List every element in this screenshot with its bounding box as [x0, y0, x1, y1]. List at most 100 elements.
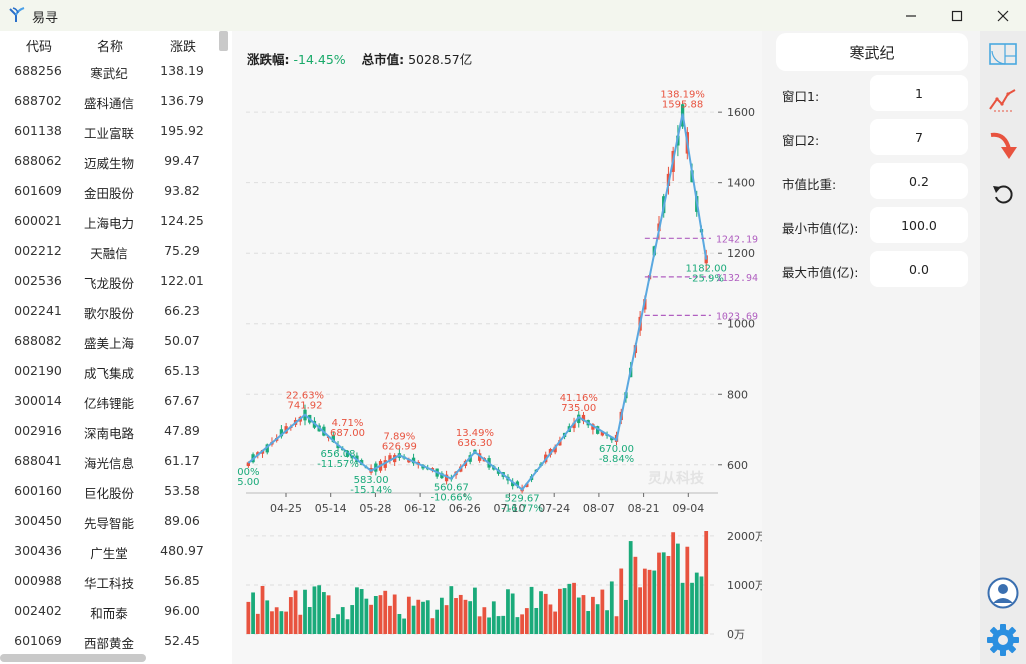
volume-bar — [317, 585, 322, 634]
minimize-button[interactable] — [888, 0, 934, 31]
stock-row[interactable]: 601069 西部黄金 52.45 — [0, 625, 218, 655]
down-arrow-button[interactable] — [985, 129, 1021, 163]
volume-bar — [605, 610, 609, 634]
volume-bar — [699, 576, 704, 634]
volume-bar — [265, 600, 270, 634]
user-avatar-icon — [987, 577, 1019, 609]
zigzag-trend-button[interactable] — [985, 83, 1021, 117]
stock-row[interactable]: 002536 飞龙股份 122.01 — [0, 265, 218, 295]
fib-level-label: 1242.19 — [716, 234, 758, 245]
title-bar: 易寻 — [0, 0, 1026, 31]
x-tick-label: 06-26 — [449, 502, 481, 515]
maximize-icon — [951, 10, 963, 21]
stock-name: 成飞集成 — [83, 366, 134, 381]
stock-row[interactable]: 600160 巨化股份 53.58 — [0, 475, 218, 505]
peak-price-label: 1595.88 — [662, 100, 703, 111]
stock-change: 61.17 — [164, 453, 200, 468]
volume-bar — [534, 607, 539, 634]
stock-change: 96.00 — [164, 603, 200, 618]
stock-row[interactable]: 300450 先导智能 89.06 — [0, 505, 218, 535]
volume-bar — [628, 541, 633, 634]
volume-bar — [298, 614, 303, 634]
close-icon — [997, 10, 1009, 21]
volume-bar — [600, 589, 605, 634]
stock-row[interactable]: 688062 迈威生物 99.47 — [0, 145, 218, 175]
stock-row[interactable]: 688702 盛科通信 136.79 — [0, 85, 218, 115]
stock-code: 002916 — [14, 423, 62, 438]
stock-code: 688082 — [14, 333, 62, 348]
stock-row[interactable]: 002212 天融信 75.29 — [0, 235, 218, 265]
stock-row[interactable]: 300014 亿纬锂能 67.67 — [0, 385, 218, 415]
list-horizontal-scrollbar[interactable] — [0, 654, 146, 662]
stock-row[interactable]: 601609 金田股份 93.82 — [0, 175, 218, 205]
golden-ratio-button[interactable] — [985, 37, 1021, 71]
param-input[interactable]: 1 — [870, 75, 968, 111]
stock-row[interactable]: 002402 和而泰 96.00 — [0, 595, 218, 625]
volume-bar — [595, 604, 600, 634]
volume-bar — [430, 618, 435, 634]
trough-percent-label: -15.14% — [350, 485, 392, 496]
user-profile-button[interactable] — [985, 576, 1021, 610]
header-change[interactable]: 涨跌 — [158, 36, 208, 55]
list-vertical-scrollbar[interactable] — [219, 31, 228, 51]
stock-row[interactable]: 688041 海光信息 61.17 — [0, 445, 218, 475]
param-input[interactable]: 0.0 — [870, 251, 968, 287]
volume-bar — [671, 532, 676, 634]
volume-bar — [572, 582, 576, 634]
volume-bars-group — [246, 531, 709, 634]
stock-name: 上海电力 — [83, 216, 134, 231]
chart-area[interactable]: 600 800 1000 1200 1400 1600 04-25 05-14 05-28 06-… — [232, 31, 762, 664]
stock-list-header: 代码 名称 涨跌 — [0, 31, 218, 57]
stock-row[interactable]: 688256 寒武纪 138.19 — [0, 55, 218, 85]
volume-bar — [402, 618, 407, 634]
stock-row[interactable]: 002916 深南电路 47.89 — [0, 415, 218, 445]
param-input[interactable]: 0.2 — [870, 163, 968, 199]
volume-bar — [255, 613, 260, 634]
stock-chart[interactable]: 600800100012001400160004-25 05-14 05-28 06-… — [232, 31, 762, 664]
x-tick-label: 07-24 — [538, 502, 570, 515]
stock-name: 迈威生物 — [83, 156, 134, 171]
param-input[interactable]: 100.0 — [870, 207, 968, 243]
selected-stock-name[interactable]: 寒武纪 — [776, 33, 968, 71]
y-tick-label: 1600 — [727, 106, 755, 119]
refresh-button[interactable] — [985, 177, 1021, 211]
stock-row[interactable]: 300436 广生堂 480.97 — [0, 535, 218, 565]
volume-bar — [506, 589, 510, 634]
stock-code: 601138 — [14, 123, 62, 138]
volume-bar — [270, 611, 274, 634]
stock-name: 飞龙股份 — [83, 276, 134, 291]
x-tick-label: 05-14 — [315, 502, 347, 515]
volume-bar — [652, 570, 657, 634]
volume-bar — [435, 609, 440, 634]
header-code[interactable]: 代码 — [14, 36, 64, 55]
stock-row[interactable]: 601138 工业富联 195.92 — [0, 115, 218, 145]
stock-name: 西部黄金 — [83, 636, 134, 651]
volume-bar — [425, 600, 430, 634]
header-name[interactable]: 名称 — [85, 36, 135, 55]
close-button[interactable] — [980, 0, 1026, 31]
maximize-button[interactable] — [934, 0, 980, 31]
volume-bar — [388, 605, 392, 634]
volume-bar — [260, 585, 265, 634]
volume-bar — [439, 597, 444, 634]
x-tick-label: 08-21 — [628, 502, 660, 515]
stock-row[interactable]: 000988 华工科技 56.85 — [0, 565, 218, 595]
stock-row[interactable]: 002241 歌尔股份 66.23 — [0, 295, 218, 325]
volume-bar — [562, 588, 567, 634]
volume-bar — [355, 587, 359, 634]
stock-row[interactable]: 002190 成飞集成 65.13 — [0, 355, 218, 385]
volume-bar — [378, 595, 383, 634]
stock-row[interactable]: 600021 上海电力 124.25 — [0, 205, 218, 235]
volume-bar — [336, 614, 340, 634]
stock-list-rows: 688256 寒武纪 138.19 688702 盛科通信 136.79 601138 工业富… — [0, 55, 218, 655]
settings-button[interactable] — [985, 623, 1021, 657]
volume-bar — [501, 615, 506, 634]
trough-percent-label: -25.9% — [689, 274, 724, 285]
stock-change: 50.07 — [164, 333, 200, 348]
stock-row[interactable]: 688082 盛美上海 50.07 — [0, 325, 218, 355]
param-input[interactable]: 7 — [870, 119, 968, 155]
stock-name: 华工科技 — [83, 576, 134, 591]
volume-bar — [312, 586, 317, 634]
y-tick-label: 1200 — [727, 247, 755, 260]
volume-bar — [359, 589, 364, 634]
